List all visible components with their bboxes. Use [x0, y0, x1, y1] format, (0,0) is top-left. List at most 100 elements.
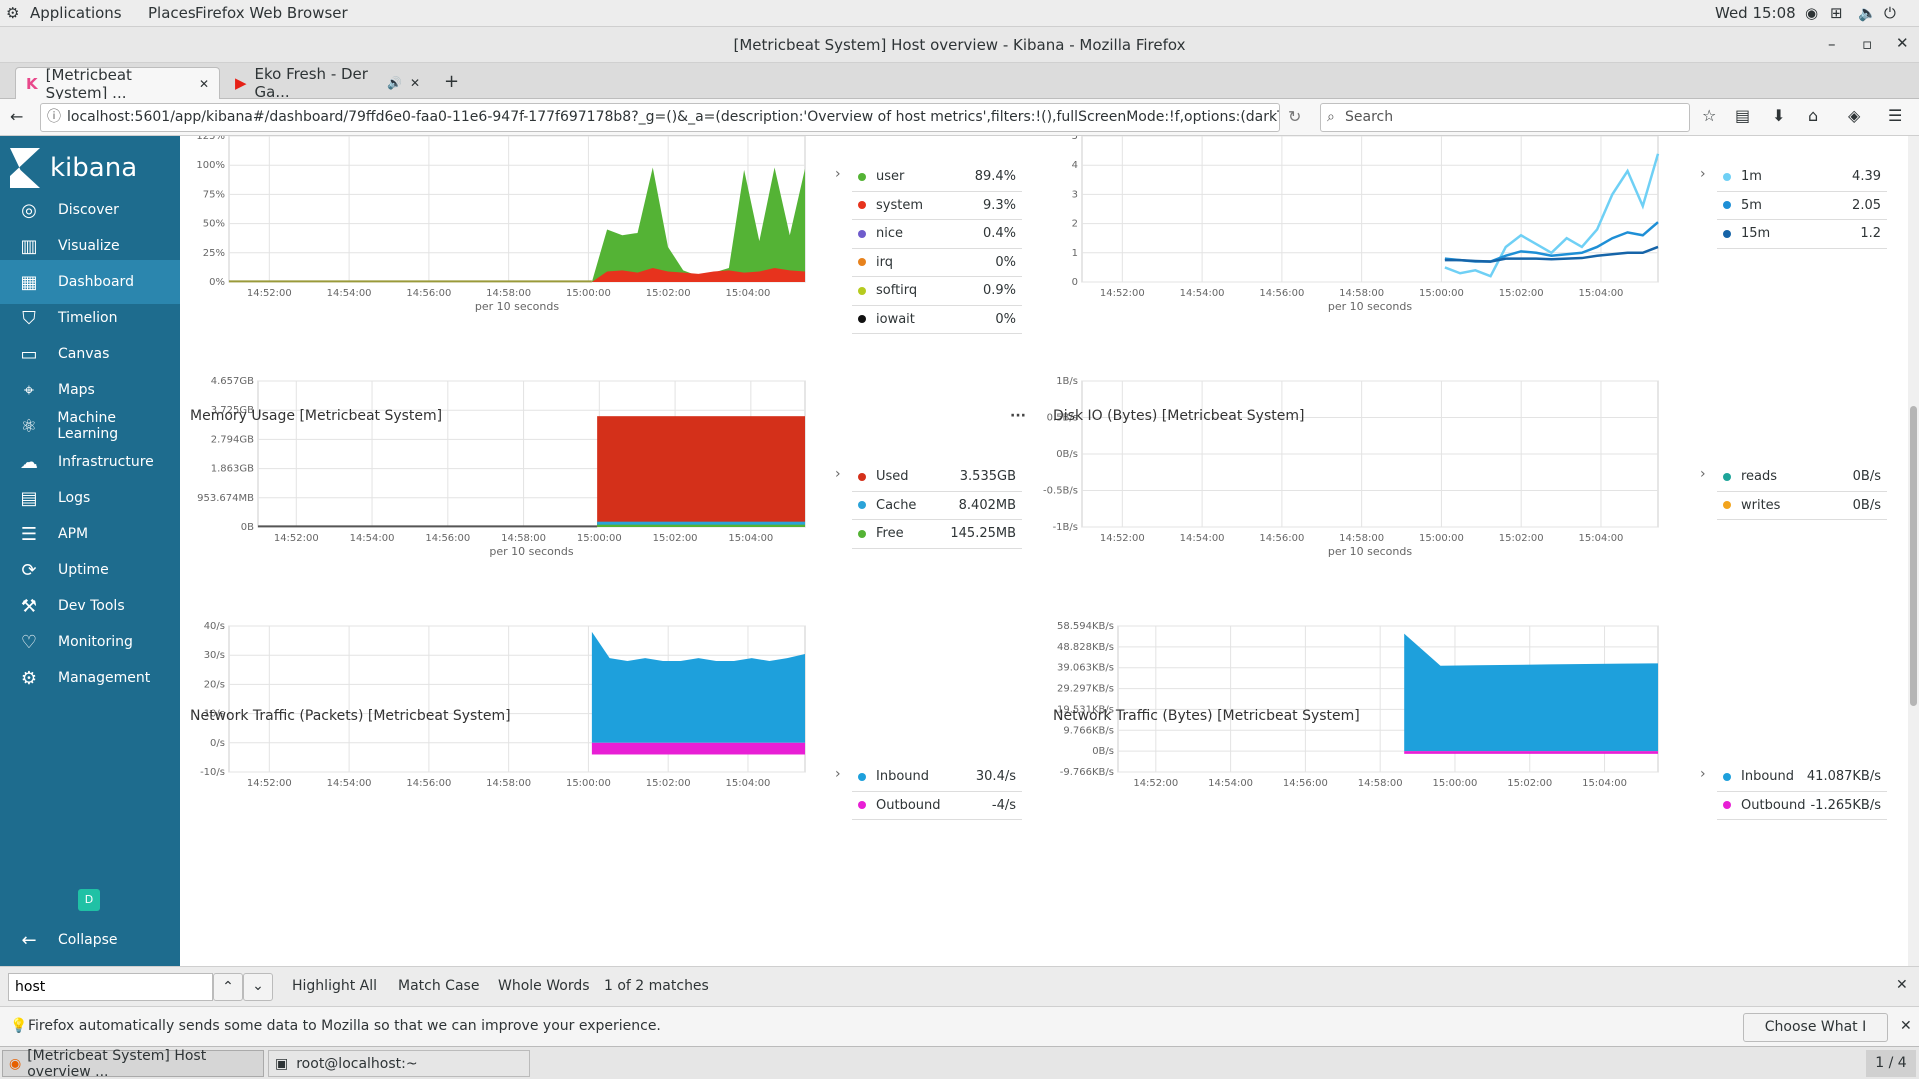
- back-icon[interactable]: ←: [10, 107, 23, 126]
- y-tick-label: 0/s: [210, 738, 225, 749]
- x-tick-label: 14:54:00: [1208, 778, 1253, 789]
- panel-title-netbytes: Network Traffic (Bytes) [Metricbeat Syst…: [1053, 708, 1360, 724]
- uptime-icon: ⟳: [21, 559, 37, 581]
- new-tab-icon[interactable]: +: [444, 71, 459, 92]
- legend-item[interactable]: Inbound 30.4/s: [852, 763, 1022, 792]
- info-icon[interactable]: ⓘ: [47, 104, 61, 131]
- reading-list-icon[interactable]: ▤: [1735, 106, 1750, 125]
- close-find-icon[interactable]: ✕: [1896, 977, 1908, 993]
- power-icon[interactable]: ⏻: [1884, 4, 1896, 22]
- legend-toggle-icon[interactable]: ›: [835, 466, 841, 482]
- legend-item[interactable]: nice 0.4%: [852, 220, 1022, 249]
- nav-label: Logs: [58, 490, 91, 506]
- find-previous-button[interactable]: ⌃: [213, 973, 243, 1001]
- y-tick-label: 0%: [209, 277, 225, 288]
- legend-item[interactable]: Outbound -1.265KB/s: [1717, 792, 1887, 820]
- page-scrollbar[interactable]: [1908, 136, 1919, 966]
- tab-label: Eko Fresh - Der Ga...: [254, 65, 368, 101]
- legend-toggle-icon[interactable]: ›: [1700, 166, 1706, 182]
- downloads-icon[interactable]: ⬇: [1772, 106, 1785, 125]
- legend-item[interactable]: Free 145.25MB: [852, 520, 1022, 549]
- series-area-outbound: [1404, 751, 1658, 754]
- volume-icon[interactable]: 🔈: [1858, 4, 1877, 22]
- y-tick-label: -10/s: [200, 767, 225, 778]
- search-input[interactable]: ⌕ Search: [1320, 103, 1690, 132]
- maximize-icon[interactable]: ▫: [1862, 35, 1872, 53]
- legend-dot: [1723, 472, 1731, 481]
- legend-item[interactable]: system 9.3%: [852, 192, 1022, 220]
- tab-kibana[interactable]: K [Metricbeat System] ... ✕: [15, 66, 220, 102]
- browser-menu[interactable]: Firefox Web Browser: [195, 4, 348, 22]
- close-tab-icon[interactable]: ✕: [199, 77, 209, 91]
- infrastructure-icon: ☁: [20, 451, 38, 473]
- avatar[interactable]: D: [78, 889, 100, 911]
- legend-toggle-icon[interactable]: ›: [1700, 766, 1706, 782]
- scrollbar-thumb[interactable]: [1910, 406, 1917, 706]
- nav-management[interactable]: ⚙ Management: [0, 656, 180, 700]
- legend-item[interactable]: irq 0%: [852, 249, 1022, 277]
- legend-item[interactable]: Outbound -4/s: [852, 792, 1022, 820]
- tab-youtube[interactable]: ▶ Eko Fresh - Der Ga... 🔊 ✕: [225, 65, 430, 101]
- legend-toggle-icon[interactable]: ›: [835, 166, 841, 182]
- pocket-icon[interactable]: ◈: [1848, 106, 1860, 125]
- network-icon[interactable]: ⊞: [1830, 4, 1843, 22]
- chevron-down-icon: ⌄: [252, 978, 264, 994]
- legend-item[interactable]: reads 0B/s: [1717, 463, 1887, 492]
- hamburger-menu-icon[interactable]: ☰: [1888, 106, 1902, 125]
- find-input[interactable]: [8, 973, 213, 1001]
- applications-menu[interactable]: Applications: [30, 4, 122, 22]
- legend-item[interactable]: user 89.4%: [852, 163, 1022, 192]
- y-tick-label: -9.766KB/s: [1060, 767, 1114, 778]
- legend-dot: [858, 201, 866, 210]
- legend-toggle-icon[interactable]: ›: [1700, 466, 1706, 482]
- legend-dot: [1723, 772, 1731, 781]
- legend-value: 0.9%: [982, 283, 1016, 299]
- close-window-icon[interactable]: ✕: [1896, 34, 1909, 52]
- legend-item[interactable]: 1m 4.39: [1717, 163, 1887, 192]
- legend-toggle-icon[interactable]: ›: [835, 766, 841, 782]
- x-tick-label: 15:04:00: [726, 288, 771, 299]
- collapse-button[interactable]: ← Collapse: [0, 922, 180, 958]
- panel-title-memory: Memory Usage [Metricbeat System]: [190, 408, 443, 424]
- workspace-indicator[interactable]: 1 / 4: [1866, 1050, 1916, 1077]
- close-notification-icon[interactable]: ✕: [1900, 1018, 1912, 1034]
- minimize-icon[interactable]: –: [1828, 35, 1836, 53]
- dashboard-main: 0% 25% 50% 75% 100% 125% 14:52:00 14:54:00 14:56…: [180, 136, 1919, 966]
- legend-item[interactable]: softirq 0.9%: [852, 277, 1022, 306]
- location-icon[interactable]: ◉: [1805, 4, 1818, 22]
- kibana-favicon-icon: K: [26, 74, 38, 93]
- taskbar-terminal[interactable]: ▣ root@localhost:~: [268, 1050, 530, 1077]
- x-tick-label: 14:58:00: [486, 778, 531, 789]
- close-tab-icon[interactable]: ✕: [410, 76, 420, 90]
- match-case-toggle[interactable]: Match Case: [398, 978, 479, 994]
- taskbar-firefox[interactable]: ◉ [Metricbeat System] Host overview ...: [2, 1048, 264, 1080]
- legend-item[interactable]: Cache 8.402MB: [852, 492, 1022, 520]
- legend-item[interactable]: 5m 2.05: [1717, 192, 1887, 220]
- clock[interactable]: Wed 15:08: [1715, 4, 1796, 22]
- places-menu[interactable]: Places: [148, 4, 196, 22]
- reload-icon[interactable]: ↻: [1288, 107, 1301, 126]
- bookmark-star-icon[interactable]: ☆: [1702, 106, 1716, 125]
- legend-item[interactable]: Inbound 41.087KB/s: [1717, 763, 1887, 792]
- x-tick-label: 14:52:00: [1100, 288, 1145, 299]
- x-tick-label: 15:04:00: [1579, 288, 1624, 299]
- kibana-logo[interactable]: kibana: [10, 148, 137, 188]
- panel-options-icon[interactable]: ···: [1010, 408, 1026, 424]
- whole-words-toggle[interactable]: Whole Words: [498, 978, 590, 994]
- legend-item[interactable]: Used 3.535GB: [852, 463, 1022, 492]
- home-icon[interactable]: ⌂: [1808, 106, 1818, 125]
- legend-item[interactable]: writes 0B/s: [1717, 492, 1887, 520]
- legend-item[interactable]: iowait 0%: [852, 306, 1022, 334]
- find-next-button[interactable]: ⌄: [243, 973, 273, 1001]
- choose-what-i-share-button[interactable]: Choose What I Share: [1743, 1013, 1888, 1062]
- legend-netpackets: Inbound 30.4/s Outbound -4/s: [852, 763, 1022, 820]
- nav-label: Timelion: [58, 310, 118, 326]
- legend-item[interactable]: 15m 1.2: [1717, 220, 1887, 249]
- panel-title-disk: Disk IO (Bytes) [Metricbeat System]: [1053, 408, 1305, 424]
- legend-label: Outbound: [1741, 797, 1806, 813]
- x-tick-label: 14:52:00: [247, 778, 292, 789]
- applications-icon[interactable]: ⚙: [6, 4, 19, 22]
- url-bar[interactable]: ⓘ localhost:5601/app/kibana#/dashboard/7…: [40, 103, 1280, 132]
- speaker-icon[interactable]: 🔊: [387, 76, 402, 90]
- highlight-all-toggle[interactable]: Highlight All: [292, 978, 377, 994]
